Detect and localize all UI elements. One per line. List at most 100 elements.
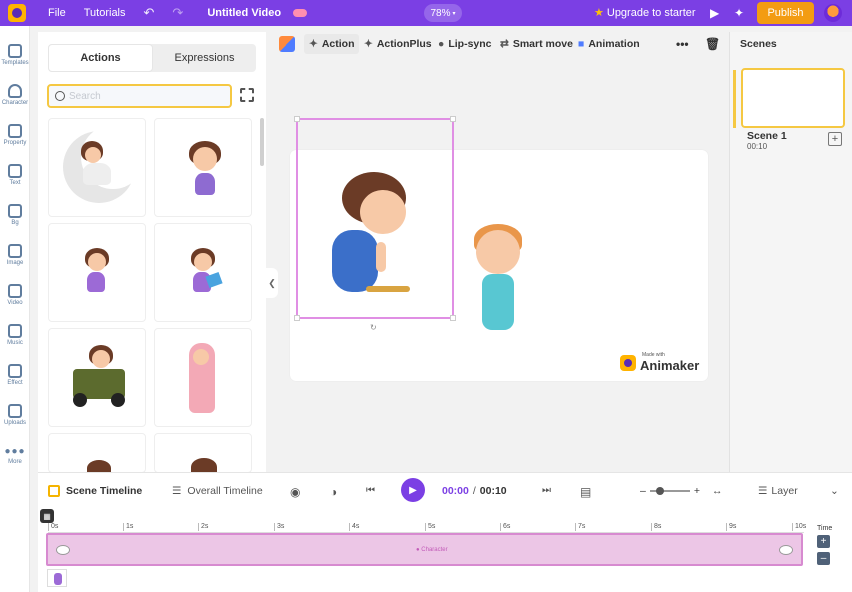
track-thumbnail[interactable] [47,569,67,587]
project-title[interactable]: Untitled Video [207,7,281,19]
sidebar-item-music[interactable]: Music [0,324,30,346]
sidebar-item-video[interactable]: Video [0,284,30,306]
sidebar-item-text[interactable]: Text [0,164,30,186]
tab-expressions[interactable]: Expressions [153,44,256,72]
action-thumbnail-moon-baby[interactable] [48,118,146,217]
standing-baby-character[interactable] [470,224,526,334]
left-sidebar: Templates Character Property Text Bg Ima… [0,26,30,592]
action-thumbnail-standing-girl[interactable] [154,118,252,217]
more-options-icon[interactable]: ••• [676,34,689,54]
tool-label: Smart move [512,38,573,50]
microphone-icon[interactable]: ◑ [330,485,337,499]
skip-back-icon[interactable]: ⏮ [366,485,375,496]
mini-baby [54,573,62,585]
library-tabs: Actions Expressions [48,44,256,72]
tutorials-menu[interactable]: Tutorials [84,7,126,19]
preview-icon[interactable]: ▶ [710,6,719,20]
fullscreen-icon[interactable] [240,88,254,102]
rotate-icon[interactable]: ↻ [370,323,377,332]
chevron-left-icon: ❮ [268,277,276,288]
tool-lipsync[interactable]: ● Lip-sync [438,34,492,54]
selection-box[interactable] [294,116,456,321]
sidebar-item-label: Video [7,300,23,306]
chevron-down-icon[interactable]: ⌄ [830,485,839,497]
timeline-ruler[interactable]: 0s 1s 2s 3s 4s 5s 6s 7s 8s 9s 10s [48,523,806,533]
upgrade-link[interactable]: ★ Upgrade to starter [594,6,696,19]
zoom-out-icon: – [640,485,646,497]
tool-action[interactable]: ✦ Action [304,34,360,54]
sidebar-item-character[interactable]: Character [0,84,30,106]
color-swatch-icon[interactable] [279,36,295,52]
eye-icon[interactable] [56,545,70,555]
playhead[interactable]: ▦ [40,509,54,523]
scene-active-indicator [733,70,736,128]
character-track[interactable]: ● Character [46,533,803,566]
sidebar-item-templates[interactable]: Templates [0,44,30,66]
scene-thumbnail[interactable] [741,68,845,128]
ruler-tick: 10s [792,523,806,531]
resize-handle[interactable] [294,315,300,321]
zoom-slider[interactable]: – + [640,485,700,497]
action-thumbnail-partial-1[interactable] [48,433,146,473]
action-thumbnail-partial-2[interactable] [154,433,252,473]
slider-knob[interactable] [655,487,664,495]
avatar[interactable] [824,4,842,22]
action-thumbnail-tablet-girl[interactable] [154,223,252,322]
share-icon[interactable]: ✦ [734,6,744,20]
action-thumbnail-sitting-girl[interactable] [48,223,146,322]
play-button[interactable]: ▶ [401,478,425,502]
sidebar-item-label: Bg [11,220,19,226]
tool-animation[interactable]: ■ Animation [578,34,640,54]
layer-toggle[interactable]: ☰ Layer [758,485,798,497]
search-input[interactable] [69,90,219,102]
character-toolbar: ✦ Action ✦ ActionPlus ● Lip-sync ⇄ Smart mov… [270,32,728,56]
eye-icon[interactable] [779,545,793,555]
resize-handle[interactable] [450,116,456,122]
chevron-down-icon: ▾ [452,10,456,17]
templates-icon [8,44,22,58]
trash-icon[interactable]: 🗑 [705,34,720,54]
tool-smart-move[interactable]: ⇄ Smart move [500,34,573,54]
tool-label: ActionPlus [376,38,432,50]
music-icon [8,324,22,338]
minus-icon: – [820,553,827,564]
library-scrollbar[interactable] [260,118,264,166]
sidebar-item-image[interactable]: Image [0,244,30,266]
scene-name[interactable]: Scene 1 [747,130,787,142]
redo-icon[interactable]: ↷ [172,5,183,21]
expand-arrows-icon[interactable]: ↔ [712,485,723,497]
ruler-tick: 2s [198,523,208,531]
sidebar-item-effect[interactable]: Effect [0,364,30,386]
animaker-logo[interactable] [4,0,30,26]
sidebar-item-more[interactable]: ●●● More [0,446,30,465]
add-scene-button[interactable]: + [828,132,842,146]
search-box[interactable] [47,84,232,108]
tool-actionplus[interactable]: ✦ ActionPlus [364,34,432,54]
layers-icon: ☰ [758,485,768,497]
overall-timeline-toggle[interactable]: ☰ Overall Timeline [172,485,263,497]
collapse-panel-button[interactable]: ❮ [266,268,278,298]
track-label: ● Character [416,547,448,553]
action-thumbnail-jeep[interactable] [48,328,146,427]
zoom-dropdown[interactable]: 78% ▾ [424,4,462,22]
scene-timeline-toggle[interactable]: Scene Timeline [48,485,142,497]
tab-actions[interactable]: Actions [48,44,153,72]
camera-icon[interactable]: ◉ [290,485,300,499]
resize-handle[interactable] [450,315,456,321]
resize-handle[interactable] [294,116,300,122]
sidebar-item-property[interactable]: Property [0,124,30,146]
ruler-tick: 8s [651,523,661,531]
file-menu[interactable]: File [48,7,66,19]
text-icon [8,164,22,178]
sidebar-item-bg[interactable]: Bg [0,204,30,226]
sidebar-item-label: Image [6,260,24,266]
undo-icon[interactable]: ↶ [144,5,155,21]
subtitle-icon[interactable]: ▤ [580,485,591,499]
sidebar-item-uploads[interactable]: Uploads [0,404,30,426]
action-thumbnail-bunny-costume[interactable] [154,328,252,427]
ruler-tick: 9s [726,523,736,531]
time-zoom-in-button[interactable]: + [817,535,830,548]
time-zoom-out-button[interactable]: – [817,552,830,565]
skip-forward-icon[interactable]: ⏭ [542,485,551,496]
publish-button[interactable]: Publish [757,2,814,24]
